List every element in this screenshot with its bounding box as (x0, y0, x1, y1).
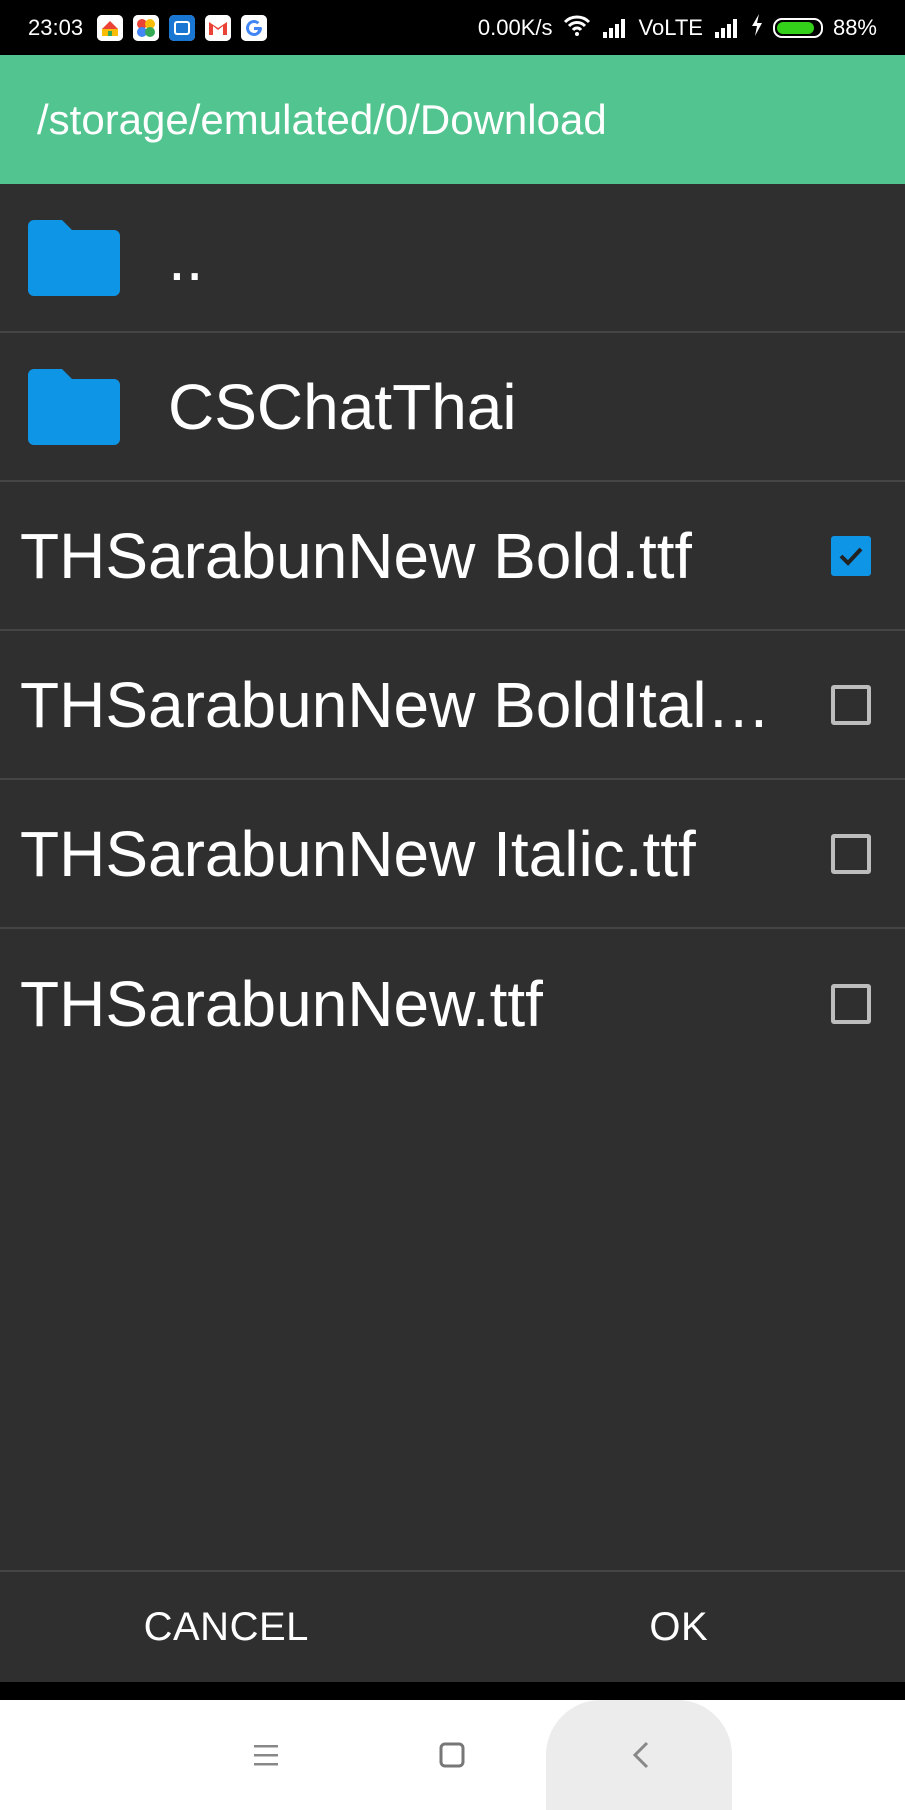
file-label: THSarabunNew Bold.ttf (20, 519, 693, 592)
google-icon (241, 14, 268, 41)
file-checkbox[interactable] (831, 983, 871, 1024)
signal-icon-2 (713, 18, 741, 38)
divider (0, 1682, 905, 1700)
battery-fill (776, 21, 814, 34)
cancel-button[interactable]: CANCEL (0, 1572, 453, 1682)
status-left: 23:03 (0, 14, 268, 41)
app-icon (169, 14, 196, 41)
wifi-icon (563, 14, 591, 42)
status-bar: 23:03 0.00K/s VoLTE 88% (0, 0, 905, 55)
folder-row-cschatthai[interactable]: CSChatThai (0, 333, 905, 482)
file-row[interactable]: THSarabunNew Bold.ttf (0, 482, 905, 631)
back-icon[interactable] (622, 1735, 662, 1775)
file-row[interactable]: THSarabunNew.ttf (0, 929, 905, 1078)
status-time: 23:03 (28, 14, 84, 40)
menu-icon[interactable] (246, 1735, 286, 1775)
gmail-icon (205, 14, 232, 41)
file-row[interactable]: THSarabunNew BoldItal… (0, 631, 905, 780)
status-right: 0.00K/s VoLTE 88% (477, 13, 905, 42)
folder-icon (28, 368, 120, 445)
network-label: VoLTE (638, 14, 703, 40)
file-row[interactable]: THSarabunNew Italic.ttf (0, 780, 905, 929)
folder-icon (28, 219, 120, 296)
folder-label: .. (168, 221, 204, 294)
navigation-bar (0, 1700, 905, 1810)
battery-icon (772, 17, 823, 38)
home-button-icon[interactable] (432, 1735, 472, 1775)
file-label: THSarabunNew.ttf (20, 967, 543, 1040)
battery-percent: 88% (832, 14, 877, 40)
charging-icon (751, 13, 763, 42)
folder-label: CSChatThai (168, 370, 517, 443)
file-label: THSarabunNew Italic.ttf (20, 817, 696, 890)
photos-icon (133, 14, 160, 41)
file-checkbox[interactable] (831, 535, 871, 576)
file-checkbox[interactable] (831, 684, 871, 725)
current-path: /storage/emulated/0/Download (37, 95, 607, 143)
folder-row-parent[interactable]: .. (0, 184, 905, 333)
file-label: THSarabunNew BoldItal… (20, 668, 771, 741)
file-list[interactable]: .. CSChatThai THSarabunNew Bold.ttf THSa… (0, 184, 905, 1570)
path-header: /storage/emulated/0/Download (0, 55, 905, 184)
ok-button[interactable]: OK (453, 1572, 905, 1682)
home-icon (97, 14, 124, 41)
file-checkbox[interactable] (831, 833, 871, 874)
dialog-button-bar: CANCEL OK (0, 1570, 905, 1682)
signal-icon (601, 18, 629, 38)
net-speed: 0.00K/s (477, 14, 553, 40)
